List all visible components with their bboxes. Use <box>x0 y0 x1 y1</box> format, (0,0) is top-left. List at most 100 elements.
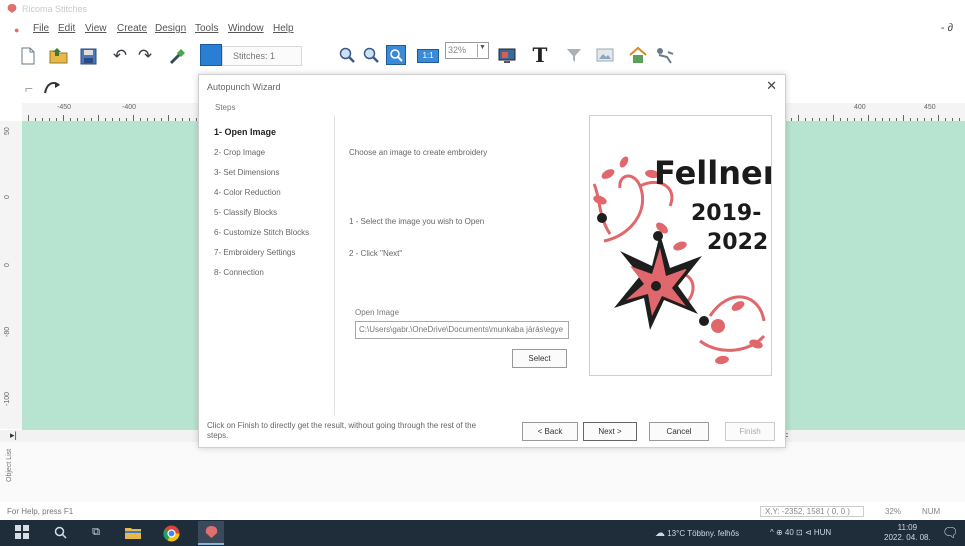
menu-window[interactable]: Window <box>228 23 264 34</box>
step-customize-stitch-blocks: 6- Customize Stitch Blocks <box>214 228 310 237</box>
menu-bar: ● File Edit View Create Design Tools Win… <box>0 20 965 38</box>
dialog-title: Autopunch Wizard <box>207 82 281 92</box>
chrome-icon[interactable] <box>162 524 180 542</box>
menu-edit[interactable]: Edit <box>58 23 75 34</box>
status-bar: For Help, press F1 X,Y: -2352, 1581 ( 0,… <box>0 505 965 518</box>
window-titlebar: Ricoma Stitches <box>0 0 965 18</box>
house-icon[interactable] <box>627 45 649 65</box>
vertical-ruler: 50 0 0 -80 -100 <box>0 121 22 429</box>
clock-date: 2022. 04. 08. <box>884 533 931 542</box>
zoom-level-select[interactable]: 32% ▼ <box>445 42 489 59</box>
zoom-in-icon[interactable] <box>338 46 356 64</box>
menu-file[interactable]: File <box>33 23 49 34</box>
menu-help[interactable]: Help <box>273 23 294 34</box>
object-list-tab[interactable]: Object List <box>0 442 22 502</box>
preview-text-line3: 2022 <box>707 230 769 255</box>
ruler-label: 0 <box>4 195 11 199</box>
clock-time: 11:09 <box>897 523 918 532</box>
task-view-icon[interactable]: ⧉ <box>88 524 104 540</box>
color-swatch-icon[interactable] <box>200 44 222 66</box>
intro-text: Choose an image to create embroidery <box>349 148 488 157</box>
notification-icon[interactable]: 🗨 <box>942 525 959 541</box>
weather-text: 13°C Többny. felhős <box>667 529 740 538</box>
instruction-1: 1 - Select the image you wish to Open <box>349 217 485 226</box>
step-connection: 8- Connection <box>214 268 264 277</box>
menu-create[interactable]: Create <box>117 23 147 34</box>
scroll-left-marker[interactable]: ▸| <box>10 430 17 441</box>
ruler-label: 0 <box>4 263 11 267</box>
step-classify-blocks: 5- Classify Blocks <box>214 208 278 217</box>
save-icon[interactable] <box>78 46 98 66</box>
cursor-position: X,Y: -2352, 1581 ( 0, 0 ) <box>760 506 864 517</box>
stitches-counter: Stitches: 1 <box>222 46 302 66</box>
select-tool-icon[interactable]: ⌐ <box>20 80 38 96</box>
image-preview: Fellner 2019- 2022 <box>589 115 772 376</box>
status-zoom: 32% <box>885 507 902 516</box>
object-list-panel <box>22 442 965 502</box>
step-color-reduction: 4- Color Reduction <box>214 188 281 197</box>
zoom-level-value: 32% <box>448 45 467 55</box>
menu-view[interactable]: View <box>85 23 107 34</box>
zoom-box-icon[interactable]: 1:1 <box>417 49 439 63</box>
chevron-down-icon[interactable]: ▼ <box>477 44 487 57</box>
secondary-toolbar: ⌐ <box>0 76 200 98</box>
instruction-2: 2 - Click "Next" <box>349 249 403 258</box>
search-icon[interactable] <box>52 524 68 540</box>
next-button[interactable]: Next > <box>583 422 637 441</box>
weather-widget[interactable]: ☁ 13°C Többny. felhős <box>655 528 739 539</box>
status-help-text: For Help, press F1 <box>7 507 74 516</box>
stitches-app-icon[interactable] <box>198 521 224 545</box>
zoom-fit-icon[interactable] <box>386 45 406 65</box>
picture-icon[interactable] <box>595 46 615 64</box>
ruler-label: -80 <box>4 326 11 337</box>
menu-design[interactable]: Design <box>155 23 186 34</box>
windows-start-icon[interactable] <box>14 524 30 540</box>
restore-window-button[interactable]: - ∂ <box>941 22 953 34</box>
menu-tools[interactable]: Tools <box>195 23 218 34</box>
app-logo-icon <box>7 4 17 13</box>
run-icon[interactable] <box>654 46 676 66</box>
ruler-label: 50 <box>4 127 11 135</box>
step-embroidery-settings: 7- Embroidery Settings <box>214 248 296 257</box>
new-file-icon[interactable] <box>18 46 38 66</box>
steps-header: Steps <box>215 103 236 112</box>
open-folder-icon[interactable] <box>48 46 70 66</box>
clock[interactable]: 11:09 2022. 04. 08. <box>884 523 931 543</box>
window-title: Ricoma Stitches <box>22 4 88 14</box>
wand-icon[interactable] <box>168 46 188 66</box>
text-icon[interactable]: T <box>530 44 550 66</box>
zoom-out-icon[interactable] <box>362 46 380 64</box>
step-divider <box>334 115 335 415</box>
autopunch-wizard-dialog: Autopunch Wizard ✕ Steps 1- Open Image 2… <box>198 74 786 448</box>
object-list-label: Object List <box>6 448 13 482</box>
step-crop-image: 2- Crop Image <box>214 148 266 157</box>
image-path-field[interactable]: C:\Users\gabr.\OneDrive\Documents\munkab… <box>355 321 569 339</box>
step-open-image: 1- Open Image <box>214 127 277 137</box>
open-image-label: Open Image <box>355 308 400 317</box>
ruler-label: -100 <box>4 391 11 406</box>
system-tray[interactable]: ^ ⊕ 40 ⊡ ⊲ HUN <box>770 528 831 537</box>
step-set-dimensions: 3- Set Dimensions <box>214 168 280 177</box>
num-lock-indicator: NUM <box>922 507 941 516</box>
system-menu-icon[interactable]: ● <box>14 25 19 35</box>
preview-text-line1: Fellner <box>654 154 772 192</box>
node-tool-icon[interactable] <box>42 78 62 96</box>
ruler-label: -450 <box>57 104 72 111</box>
ruler-label: 450 <box>924 104 936 111</box>
display-icon[interactable] <box>497 46 517 66</box>
back-button[interactable]: < Back <box>522 422 578 441</box>
select-button[interactable]: Select <box>512 349 567 368</box>
undo-icon[interactable]: ↶ <box>112 47 128 64</box>
cancel-button[interactable]: Cancel <box>649 422 709 441</box>
file-explorer-icon[interactable] <box>124 524 142 540</box>
ruler-label: 400 <box>854 104 866 111</box>
close-button[interactable]: ✕ <box>766 78 777 94</box>
preview-text-line2: 2019- <box>691 201 762 226</box>
finish-button[interactable]: Finish <box>725 422 775 441</box>
weather-icon: ☁ <box>655 528 665 539</box>
finish-hint: Click on Finish to directly get the resu… <box>207 421 477 440</box>
windows-taskbar: ⧉ ☁ 13°C Többny. felhős ^ ⊕ 40 ⊡ ⊲ HUN 1… <box>0 520 965 546</box>
ruler-label: -400 <box>122 104 137 111</box>
redo-icon[interactable]: ↷ <box>137 47 153 64</box>
funnel-icon[interactable] <box>565 46 583 64</box>
